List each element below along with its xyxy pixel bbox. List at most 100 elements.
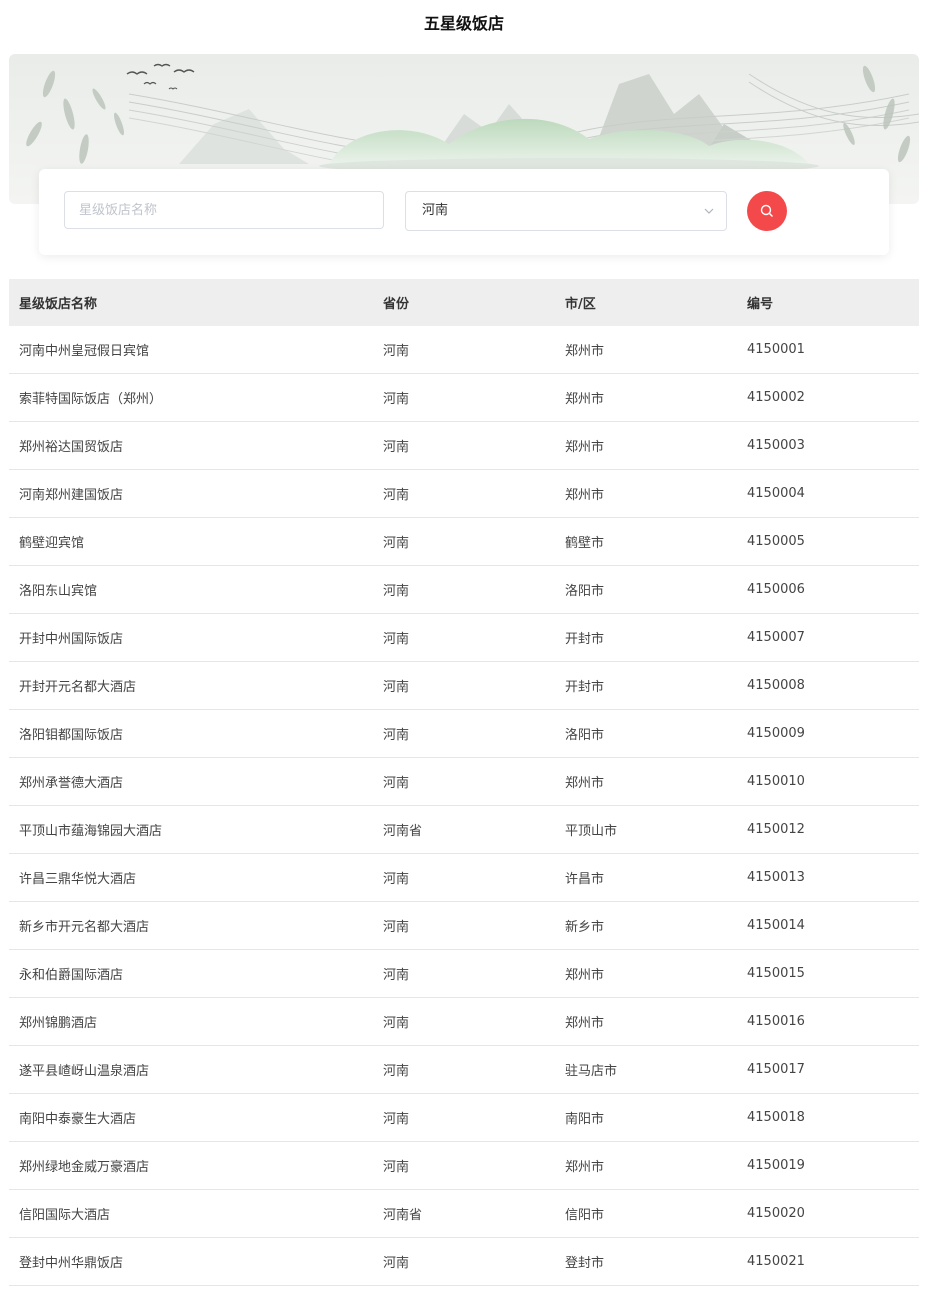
code-cell: 4150016 xyxy=(737,997,919,1046)
province-cell: 河南 xyxy=(373,373,555,422)
chevron-down-icon xyxy=(704,208,714,214)
table-row[interactable]: 郑州裕达国贸饭店 河南 郑州市 4150003 xyxy=(9,421,919,470)
code-cell: 4150003 xyxy=(737,421,919,470)
hotel-name-cell: 郑州锦鹏酒店 xyxy=(9,997,373,1046)
table-row[interactable]: 遂平县嵖岈山温泉酒店 河南 驻马店市 4150017 xyxy=(9,1045,919,1094)
hotel-name-cell: 河南郑州建国饭店 xyxy=(9,469,373,518)
table-row[interactable]: 郑州承誉德大酒店 河南 郑州市 4150010 xyxy=(9,757,919,806)
column-header-code[interactable]: 编号 xyxy=(737,279,919,326)
column-header-province[interactable]: 省份 xyxy=(373,279,555,326)
city-cell: 洛阳市 xyxy=(555,709,737,758)
hotel-name-cell: 信阳国际大酒店 xyxy=(9,1189,373,1238)
table-row[interactable]: 洛阳钼都国际饭店 河南 洛阳市 4150009 xyxy=(9,709,919,758)
province-cell: 河南省 xyxy=(373,1189,555,1238)
code-cell: 4150007 xyxy=(737,613,919,662)
hotel-name-cell: 平顶山市蕴海锦园大酒店 xyxy=(9,805,373,854)
city-cell: 郑州市 xyxy=(555,326,737,374)
city-cell: 许昌市 xyxy=(555,853,737,902)
table-row[interactable]: 许昌三鼎华悦大酒店 河南 许昌市 4150013 xyxy=(9,853,919,902)
province-cell: 河南 xyxy=(373,613,555,662)
search-button[interactable] xyxy=(747,191,787,231)
code-cell: 4150017 xyxy=(737,1045,919,1094)
city-cell: 郑州市 xyxy=(555,757,737,806)
city-cell: 信阳市 xyxy=(555,1189,737,1238)
code-cell: 4150012 xyxy=(737,805,919,854)
hotel-name-cell: 永和伯爵国际酒店 xyxy=(9,949,373,998)
province-cell: 河南 xyxy=(373,949,555,998)
code-cell: 4150015 xyxy=(737,949,919,998)
table-row[interactable]: 开封开元名都大酒店 河南 开封市 4150008 xyxy=(9,661,919,710)
code-cell: 4150009 xyxy=(737,709,919,758)
province-select[interactable]: 河南 xyxy=(405,191,727,231)
table-row[interactable]: 南阳中泰豪生大酒店 河南 南阳市 4150018 xyxy=(9,1093,919,1142)
city-cell: 郑州市 xyxy=(555,421,737,470)
code-cell: 4150005 xyxy=(737,517,919,566)
province-cell: 河南 xyxy=(373,709,555,758)
province-cell: 河南 xyxy=(373,757,555,806)
city-cell: 郑州市 xyxy=(555,949,737,998)
city-cell: 郑州市 xyxy=(555,373,737,422)
hotel-name-cell: 登封中州华鼎饭店 xyxy=(9,1237,373,1286)
table-row[interactable]: 河南中州皇冠假日宾馆 河南 郑州市 4150001 xyxy=(9,326,919,374)
code-cell: 4150020 xyxy=(737,1189,919,1238)
table-row[interactable]: 永和伯爵国际酒店 河南 郑州市 4150015 xyxy=(9,949,919,998)
province-cell: 河南 xyxy=(373,661,555,710)
code-cell: 4150002 xyxy=(737,373,919,422)
province-cell: 河南 xyxy=(373,1045,555,1094)
city-cell: 南阳市 xyxy=(555,1093,737,1142)
table-row[interactable]: 登封中州华鼎饭店 河南 登封市 4150021 xyxy=(9,1237,919,1286)
city-cell: 平顶山市 xyxy=(555,805,737,854)
province-select-value: 河南 xyxy=(422,203,449,218)
city-cell: 郑州市 xyxy=(555,997,737,1046)
column-header-city[interactable]: 市/区 xyxy=(555,279,737,326)
table-row[interactable]: 平顶山市蕴海锦园大酒店 河南省 平顶山市 4150012 xyxy=(9,805,919,854)
hotel-name-cell: 郑州裕达国贸饭店 xyxy=(9,421,373,470)
city-cell: 新乡市 xyxy=(555,901,737,950)
hotel-name-cell: 郑州承誉德大酒店 xyxy=(9,757,373,806)
city-cell: 郑州市 xyxy=(555,469,737,518)
table-header-row: 星级饭店名称 省份 市/区 编号 xyxy=(9,279,919,326)
hotel-name-cell: 开封中州国际饭店 xyxy=(9,613,373,662)
province-cell: 河南 xyxy=(373,901,555,950)
code-cell: 4150006 xyxy=(737,565,919,614)
province-cell: 河南 xyxy=(373,853,555,902)
city-cell: 登封市 xyxy=(555,1237,737,1286)
code-cell: 4150010 xyxy=(737,757,919,806)
column-header-name[interactable]: 星级饭店名称 xyxy=(9,279,373,326)
province-cell: 河南 xyxy=(373,565,555,614)
province-cell: 河南 xyxy=(373,469,555,518)
search-icon xyxy=(760,204,773,217)
hotel-table: 星级饭店名称 省份 市/区 编号 河南中州皇冠假日宾馆 河南 郑州市 4150001 索… xyxy=(9,279,919,1286)
table-row[interactable]: 鹤壁迎宾馆 河南 鹤壁市 4150005 xyxy=(9,517,919,566)
hotel-name-input[interactable] xyxy=(64,191,384,229)
hotel-name-cell: 洛阳钼都国际饭店 xyxy=(9,709,373,758)
code-cell: 4150019 xyxy=(737,1141,919,1190)
page-title: 五星级饭店 xyxy=(423,14,504,33)
province-cell: 河南 xyxy=(373,1237,555,1286)
hotel-name-cell: 遂平县嵖岈山温泉酒店 xyxy=(9,1045,373,1094)
hotel-name-cell: 开封开元名都大酒店 xyxy=(9,661,373,710)
hotel-name-cell: 洛阳东山宾馆 xyxy=(9,565,373,614)
province-cell: 河南 xyxy=(373,517,555,566)
table-row[interactable]: 索菲特国际饭店（郑州） 河南 郑州市 4150002 xyxy=(9,373,919,422)
table-row[interactable]: 开封中州国际饭店 河南 开封市 4150007 xyxy=(9,613,919,662)
city-cell: 开封市 xyxy=(555,661,737,710)
province-cell: 河南 xyxy=(373,1141,555,1190)
hotel-name-cell: 鹤壁迎宾馆 xyxy=(9,517,373,566)
table-row[interactable]: 河南郑州建国饭店 河南 郑州市 4150004 xyxy=(9,469,919,518)
province-cell: 河南 xyxy=(373,997,555,1046)
table-row[interactable]: 郑州绿地金威万豪酒店 河南 郑州市 4150019 xyxy=(9,1141,919,1190)
city-cell: 开封市 xyxy=(555,613,737,662)
table-row[interactable]: 洛阳东山宾馆 河南 洛阳市 4150006 xyxy=(9,565,919,614)
hotel-name-cell: 索菲特国际饭店（郑州） xyxy=(9,373,373,422)
table-row[interactable]: 新乡市开元名都大酒店 河南 新乡市 4150014 xyxy=(9,901,919,950)
table-row[interactable]: 信阳国际大酒店 河南省 信阳市 4150020 xyxy=(9,1189,919,1238)
code-cell: 4150004 xyxy=(737,469,919,518)
code-cell: 4150018 xyxy=(737,1093,919,1142)
hotel-name-cell: 河南中州皇冠假日宾馆 xyxy=(9,326,373,374)
table-row[interactable]: 郑州锦鹏酒店 河南 郑州市 4150016 xyxy=(9,997,919,1046)
code-cell: 4150021 xyxy=(737,1237,919,1286)
hotel-name-cell: 新乡市开元名都大酒店 xyxy=(9,901,373,950)
code-cell: 4150014 xyxy=(737,901,919,950)
code-cell: 4150008 xyxy=(737,661,919,710)
